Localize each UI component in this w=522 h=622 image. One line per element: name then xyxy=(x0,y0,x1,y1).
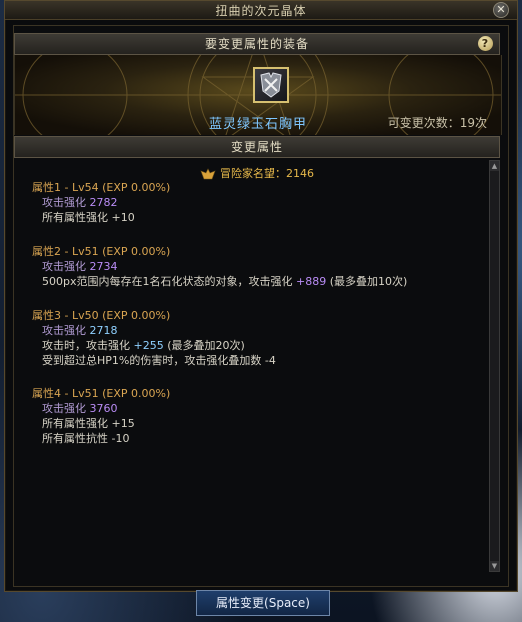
equipment-section-header: 要变更属性的装备 ? xyxy=(14,33,500,55)
attribute-block-1: 属性1 - Lv54 (EXP 0.00%) 攻击强化 2782 所有属性强化 … xyxy=(32,180,170,225)
scroll-down-icon[interactable]: ▼ xyxy=(490,561,499,571)
effect-value: +889 xyxy=(296,275,327,288)
scrollbar[interactable]: ▲ ▼ xyxy=(489,160,500,572)
effect-tail: (最多叠加20次) xyxy=(167,339,245,352)
attack-boost-value: 3760 xyxy=(89,402,118,415)
attribute-effect: 所有属性强化 +10 xyxy=(42,211,135,224)
chest-armor-icon[interactable] xyxy=(253,67,289,103)
fame-value: 冒险家名望：2146 xyxy=(220,167,314,180)
attack-boost-label: 攻击强化 xyxy=(42,260,86,273)
attribute-heading: 属性1 - Lv54 (EXP 0.00%) xyxy=(32,181,171,194)
attack-boost-line: 攻击强化 2718 xyxy=(32,323,276,338)
attack-boost-value: 2718 xyxy=(89,324,118,337)
change-section-header: 变更属性 xyxy=(14,136,500,158)
close-icon[interactable]: ✕ xyxy=(493,2,509,18)
effect-text: 攻击时，攻击强化 xyxy=(42,339,130,352)
scroll-up-icon[interactable]: ▲ xyxy=(490,161,499,171)
attack-boost-line: 攻击强化 2734 xyxy=(32,259,407,274)
attack-boost-line: 攻击强化 3760 xyxy=(32,401,170,416)
change-section-title: 变更属性 xyxy=(230,140,283,154)
equipment-section-title: 要变更属性的装备 xyxy=(204,37,309,51)
attribute-heading: 属性4 - Lv51 (EXP 0.00%) xyxy=(32,387,171,400)
attribute-list[interactable]: 冒险家名望：2146 属性1 - Lv54 (EXP 0.00%) 攻击强化 2… xyxy=(14,158,484,568)
title-bar[interactable]: 扭曲的次元晶体 ✕ xyxy=(5,1,517,20)
attribute-effect: 所有属性抗性 -10 xyxy=(42,432,130,445)
attribute-block-4: 属性4 - Lv51 (EXP 0.00%) 攻击强化 3760 所有属性强化 … xyxy=(32,386,170,446)
attribute-effect: 500px范围内每存在1名石化状态的对象，攻击强化 +889 (最多叠加10次) xyxy=(32,274,407,289)
help-icon[interactable]: ? xyxy=(478,36,493,51)
attribute-block-3: 属性3 - Lv50 (EXP 0.00%) 攻击强化 2718 攻击时，攻击强… xyxy=(32,308,276,368)
effect-text: 500px范围内每存在1名石化状态的对象，攻击强化 xyxy=(42,275,293,288)
attribute-effect: 攻击时，攻击强化 +255 (最多叠加20次) xyxy=(32,338,276,353)
attribute-heading: 属性2 - Lv51 (EXP 0.00%) xyxy=(32,245,171,258)
attack-boost-value: 2734 xyxy=(89,260,118,273)
armor-glyph xyxy=(260,72,282,98)
change-count: 可变更次数：19次 xyxy=(387,116,487,130)
attribute-heading: 属性3 - Lv50 (EXP 0.00%) xyxy=(32,309,171,322)
fame-row: 冒险家名望：2146 xyxy=(200,166,314,181)
attack-boost-line: 攻击强化 2782 xyxy=(32,195,170,210)
attack-boost-label: 攻击强化 xyxy=(42,324,86,337)
effect-value: +255 xyxy=(133,339,164,352)
effect-tail: (最多叠加10次) xyxy=(329,275,408,288)
fame-crest-icon xyxy=(200,168,216,180)
attribute-effect: 所有属性强化 +15 xyxy=(42,417,135,430)
attack-boost-value: 2782 xyxy=(89,196,118,209)
attribute-block-2: 属性2 - Lv51 (EXP 0.00%) 攻击强化 2734 500px范围… xyxy=(32,244,407,289)
change-attribute-button[interactable]: 属性变更(Space) xyxy=(196,590,330,616)
attack-boost-label: 攻击强化 xyxy=(42,402,86,415)
window-title: 扭曲的次元晶体 xyxy=(215,4,307,18)
attribute-effect: 受到超过总HP1%的伤害时，攻击强化叠加数 -4 xyxy=(42,354,276,367)
equipment-display: 蓝灵绿玉石胸甲 可变更次数：19次 xyxy=(14,55,502,135)
attack-boost-label: 攻击强化 xyxy=(42,196,86,209)
